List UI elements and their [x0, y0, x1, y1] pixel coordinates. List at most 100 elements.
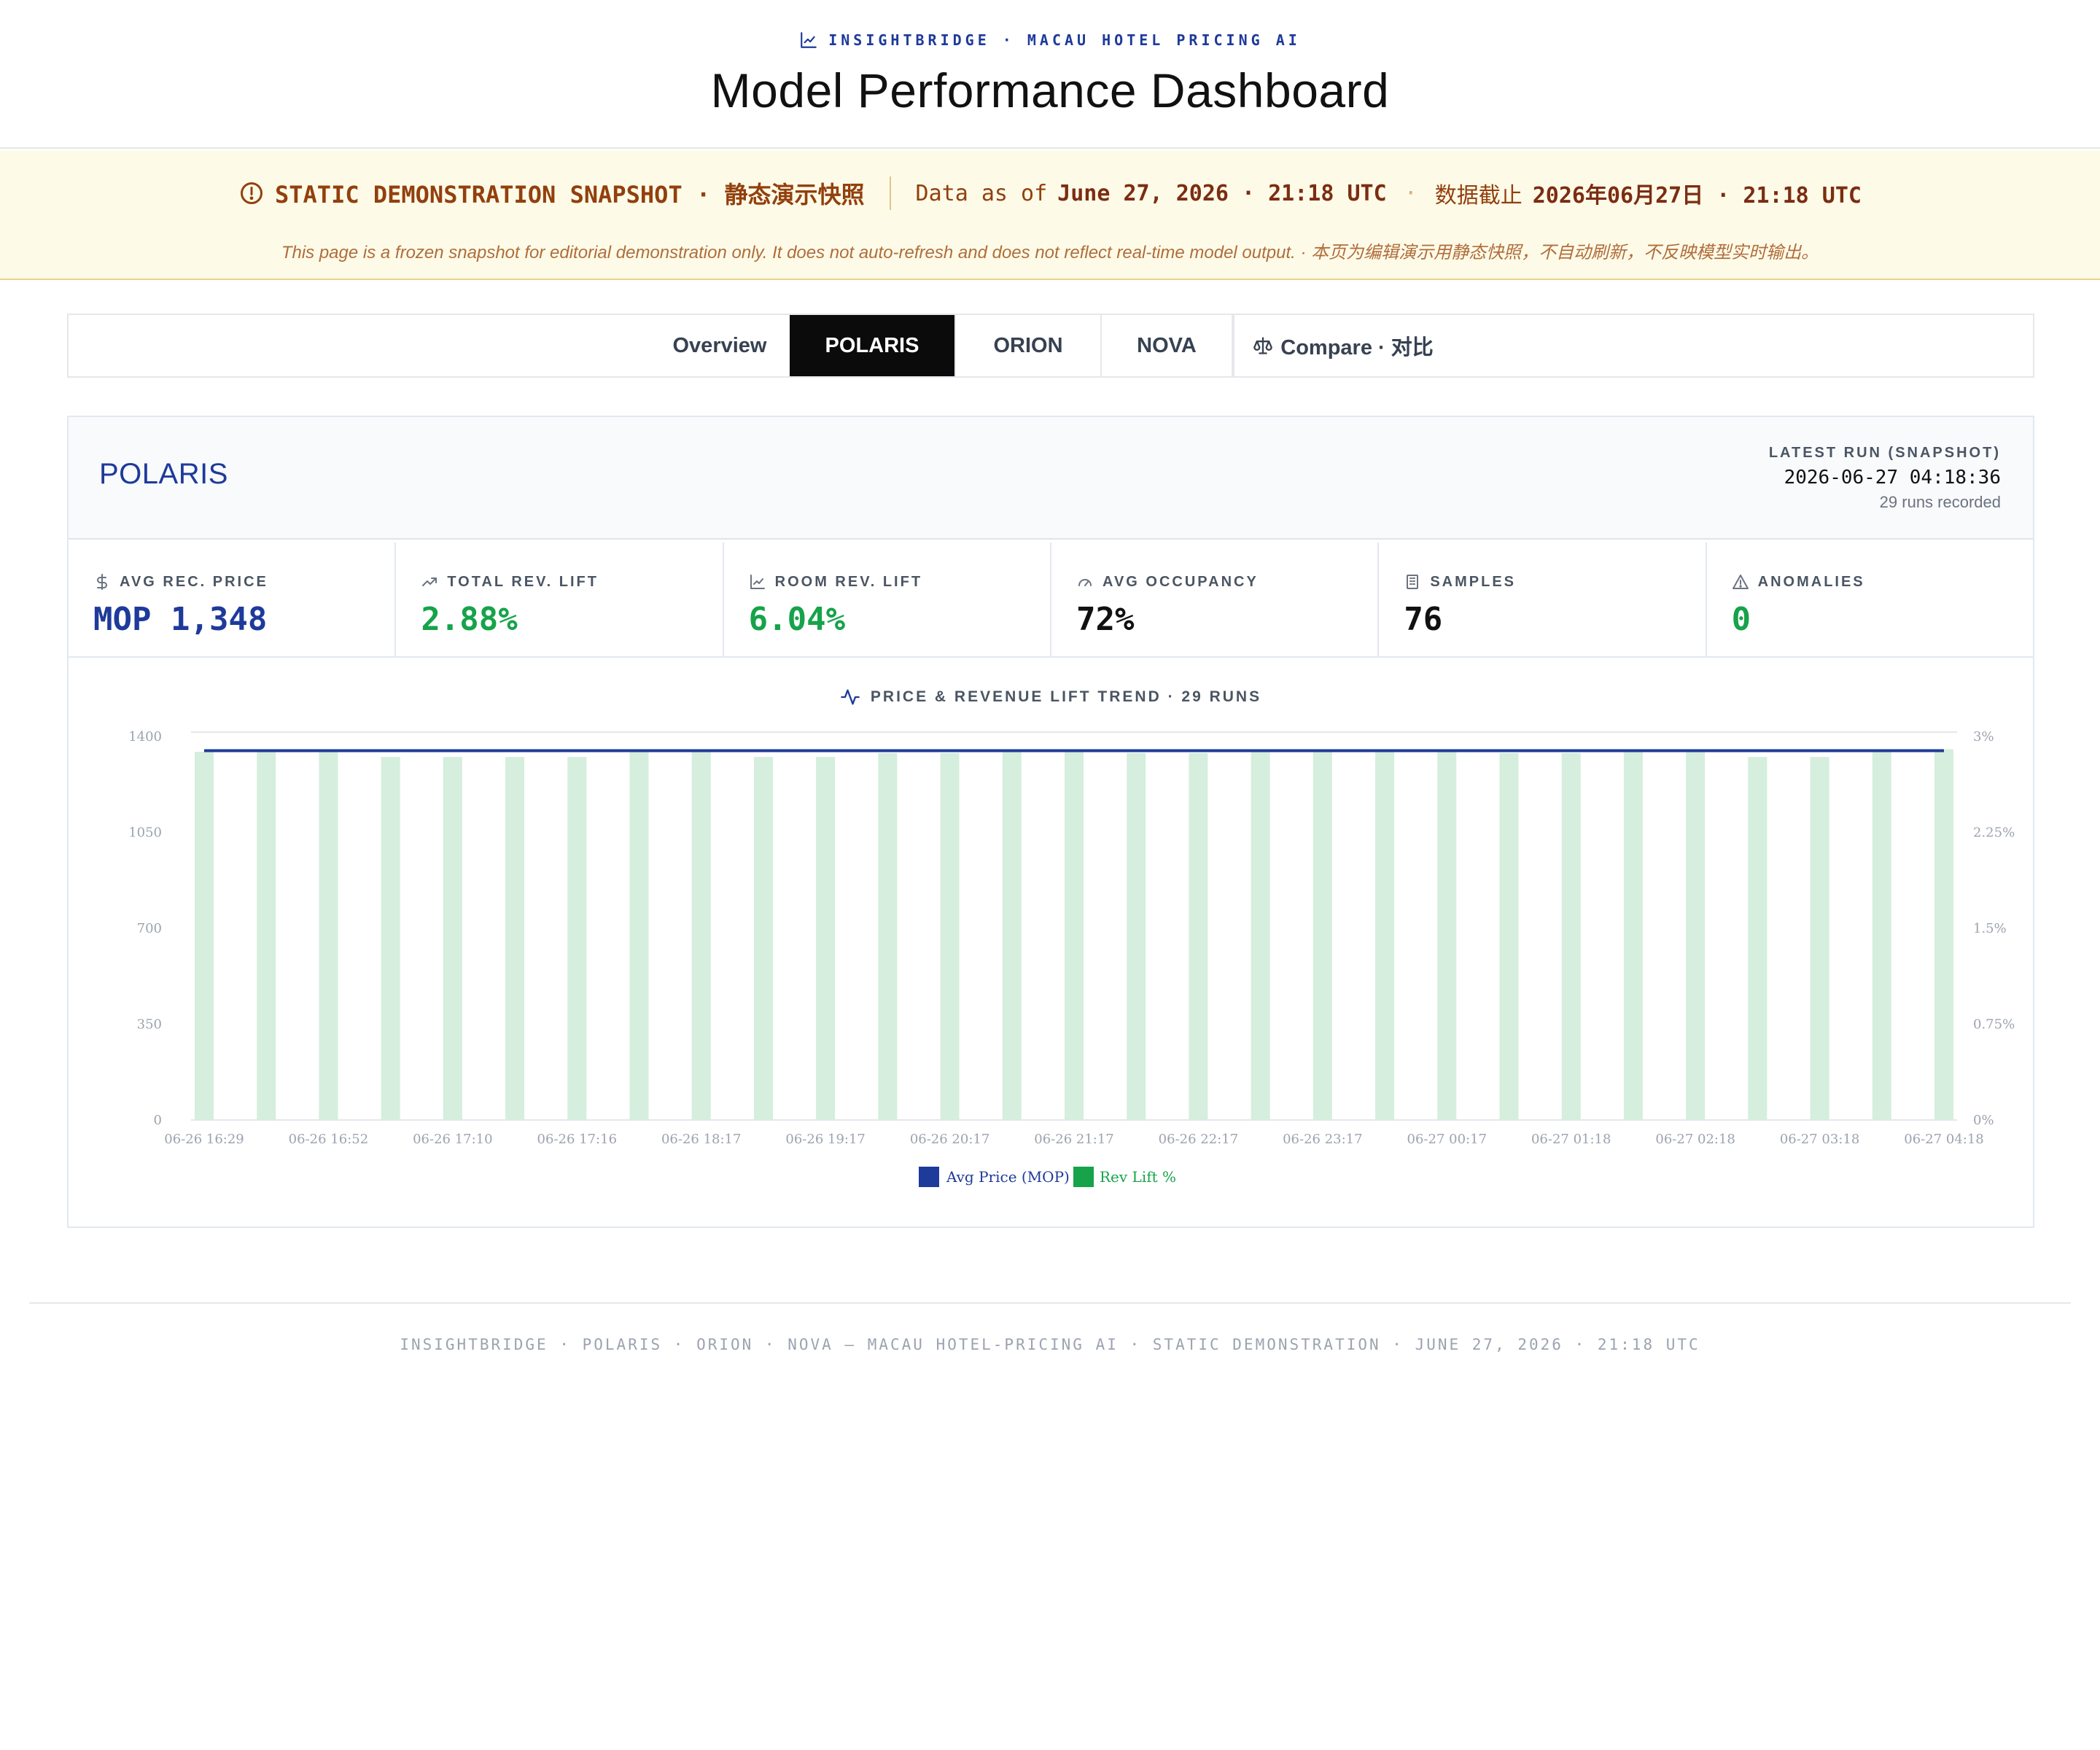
- kpi-label-wrap: ANOMALIES: [1732, 573, 1865, 591]
- alert-circle-icon: [241, 182, 262, 204]
- tab-nova[interactable]: NOVA: [1102, 315, 1233, 376]
- kpi-value: 2.88%: [421, 601, 518, 638]
- tab-overview[interactable]: Overview: [650, 315, 790, 376]
- x-tick-label: 06-26 19:17: [785, 1132, 866, 1147]
- kpi-value: 76: [1404, 601, 1443, 638]
- rev-lift-bar: [443, 757, 462, 1120]
- dollar-icon: [97, 574, 107, 590]
- legend-label-avg-price: Avg Price (MOP): [946, 1168, 1070, 1186]
- kpi-avg-rec-price: AVG REC. PRICE MOP 1,348: [69, 542, 397, 658]
- rev-lift-bar: [816, 757, 836, 1120]
- data-as-of-label: Data as of: [915, 180, 1048, 206]
- x-tick-label: 06-26 23:17: [1283, 1132, 1363, 1147]
- kpi-samples: SAMPLES 76: [1379, 542, 1707, 658]
- gauge-icon: [1078, 579, 1092, 586]
- brand-kicker-text: INSIGHTBRIDGE · MACAU HOTEL PRICING AI: [828, 31, 1301, 49]
- x-tick-label: 06-27 03:18: [1780, 1132, 1860, 1147]
- page-title: Model Performance Dashboard: [710, 63, 1390, 117]
- zh-date-value: 2026年06月27日 · 21:18 UTC: [1532, 183, 1862, 209]
- line-chart-icon: [750, 575, 765, 589]
- kpi-room-rev-lift: ROOM REV. LIFT 6.04%: [724, 542, 1051, 658]
- rev-lift-bar: [1872, 749, 1891, 1120]
- rev-lift-bar: [1127, 752, 1146, 1120]
- x-tick-label: 06-26 17:10: [413, 1132, 493, 1147]
- x-tick-label: 06-26 20:17: [910, 1132, 990, 1147]
- x-tick-label: 06-27 00:17: [1407, 1132, 1488, 1147]
- rev-lift-bar: [878, 752, 898, 1120]
- zh-date-label: 数据截止: [1434, 183, 1522, 209]
- x-tick-label: 06-27 01:18: [1531, 1132, 1611, 1147]
- tab-orion[interactable]: ORION: [956, 315, 1102, 376]
- brand-kicker: INSIGHTBRIDGE · MACAU HOTEL PRICING AI: [0, 31, 2100, 50]
- kpi-avg-occupancy: AVG OCCUPANCY 72%: [1051, 542, 1380, 658]
- kpi-value: 6.04%: [748, 601, 846, 638]
- y-left-tick-label: 1050: [128, 825, 162, 841]
- kpi-value: 72%: [1076, 601, 1135, 638]
- kpi-total-rev-lift: TOTAL REV. LIFT 2.88%: [396, 542, 724, 658]
- x-tick-label: 06-26 16:29: [164, 1132, 244, 1147]
- footer-divider: [29, 1302, 2071, 1304]
- kpi-label-wrap: AVG REC. PRICE: [93, 573, 268, 591]
- rev-lift-bar: [1375, 750, 1395, 1120]
- legend-label-rev-lift: Rev Lift %: [1100, 1168, 1176, 1186]
- kpi-label: AVG REC. PRICE: [120, 573, 268, 590]
- rev-lift-bar: [319, 750, 338, 1120]
- y-left-tick-label: 700: [137, 921, 162, 936]
- y-right-tick-label: 1.5%: [1973, 921, 2007, 936]
- tab-polaris[interactable]: POLARIS: [790, 315, 956, 376]
- rev-lift-bar: [1189, 752, 1208, 1120]
- tab-label: Compare · 对比: [1280, 336, 1434, 359]
- footer-text: INSIGHTBRIDGE · POLARIS · ORION · NOVA —…: [400, 1336, 1700, 1353]
- tab-label: Overview: [672, 333, 767, 357]
- banner-title-text: STATIC DEMONSTRATION SNAPSHOT · 静态演示快照: [275, 181, 865, 209]
- legend-swatch-avg-price: [919, 1167, 939, 1187]
- rev-lift-bar: [257, 750, 276, 1120]
- rev-lift-bar: [381, 757, 400, 1120]
- kpi-label: ANOMALIES: [1757, 573, 1865, 590]
- rev-lift-bar: [505, 757, 525, 1120]
- rev-lift-bar: [1499, 752, 1519, 1120]
- model-card-header: POLARIS LATEST RUN (SNAPSHOT) 2026-06-27…: [69, 417, 2033, 540]
- warning-triangle-icon: [1732, 575, 1749, 589]
- tab-compare[interactable]: Compare · 对比: [1233, 315, 1452, 376]
- rev-lift-bar: [940, 752, 960, 1120]
- y-left-tick-label: 1400: [128, 729, 162, 744]
- legend-swatch-rev-lift: [1073, 1167, 1094, 1187]
- rev-lift-bar: [1686, 750, 1706, 1120]
- x-tick-label: 06-27 04:18: [1904, 1132, 1984, 1147]
- y-right-tick-label: 2.25%: [1973, 825, 2015, 841]
- kpi-label: SAMPLES: [1430, 573, 1516, 590]
- rev-lift-bar: [567, 757, 587, 1120]
- tab-label: ORION: [993, 333, 1063, 357]
- page-header: INSIGHTBRIDGE · MACAU HOTEL PRICING AI M…: [0, 0, 2100, 149]
- rev-lift-bar: [195, 752, 214, 1120]
- rev-lift-bar: [1437, 750, 1457, 1120]
- kpi-label-wrap: ROOM REV. LIFT: [749, 573, 922, 591]
- tab-label: NOVA: [1137, 333, 1197, 357]
- kpi-row: AVG REC. PRICE MOP 1,348 TOTAL REV. LIFT…: [69, 542, 2033, 658]
- latest-run-time: 2026-06-27 04:18:36: [1784, 467, 2001, 489]
- model-card: POLARIS LATEST RUN (SNAPSHOT) 2026-06-27…: [67, 416, 2034, 1228]
- kpi-label: AVG OCCUPANCY: [1102, 573, 1259, 590]
- x-tick-label: 06-26 18:17: [661, 1132, 742, 1147]
- scale-icon: [1253, 337, 1273, 354]
- x-tick-label: 06-26 17:16: [537, 1132, 618, 1147]
- rev-lift-bar: [1934, 749, 1953, 1120]
- rev-lift-bar: [1251, 750, 1270, 1120]
- kpi-label-wrap: SAMPLES: [1404, 573, 1516, 591]
- rev-lift-bar: [1002, 750, 1022, 1120]
- chart-canvas: 0 350 700 1050 1400 0% 0.75% 1.5% 2.25% 3% 06-26 1…: [128, 729, 2015, 1187]
- model-tabs: Overview POLARIS ORION NOVA Compare · 对比: [67, 314, 2034, 378]
- banner-divider: [889, 176, 891, 210]
- rev-lift-bar: [1561, 752, 1581, 1120]
- snapshot-banner: STATIC DEMONSTRATION SNAPSHOT · 静态演示快照 D…: [0, 150, 2100, 280]
- latest-run-label: LATEST RUN (SNAPSHOT): [1768, 445, 2001, 461]
- kpi-anomalies: ANOMALIES 0: [1707, 542, 2033, 658]
- trending-up-icon: [422, 578, 438, 586]
- rev-lift-bar: [629, 749, 649, 1120]
- banner-separator: ·: [1404, 180, 1418, 206]
- x-tick-label: 06-27 02:18: [1655, 1132, 1735, 1147]
- x-tick-label: 06-26 22:17: [1159, 1132, 1239, 1147]
- rev-lift-bar: [1810, 757, 1829, 1120]
- data-as-of-value: June 27, 2026 · 21:18 UTC: [1057, 180, 1387, 206]
